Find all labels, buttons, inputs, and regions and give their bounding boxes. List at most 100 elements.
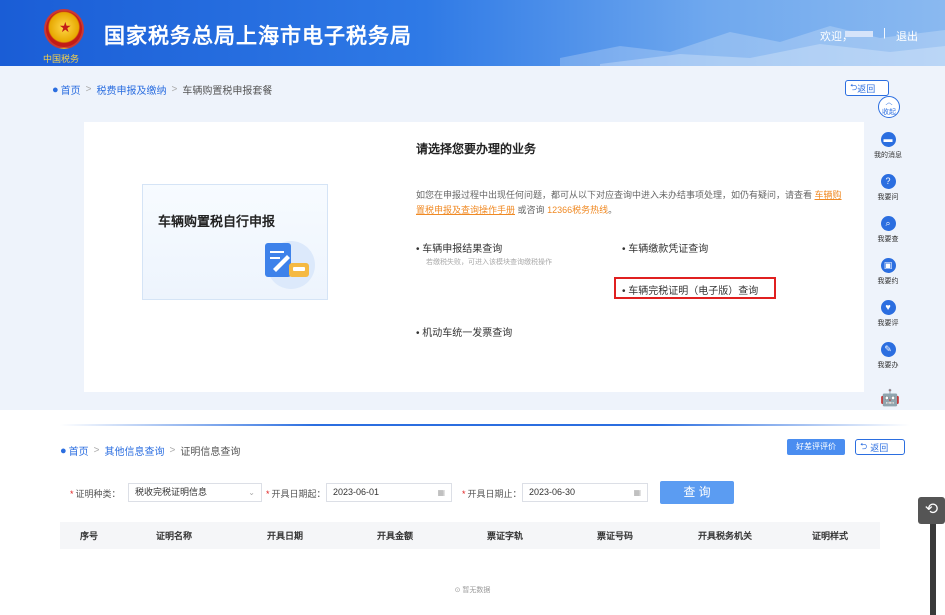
breadcrumb: ● 首页 > 税费申报及缴纳 > 车辆购置税申报套餐	[52, 82, 273, 98]
certificate-query-screen: ● 首页 > 其他信息查询 > 证明信息查询 好差评评价 ⮌ 返回 * 证明种类：…	[0, 419, 945, 615]
breadcrumb-home[interactable]: 首页	[69, 443, 89, 458]
instruction-part2: 或咨询	[517, 205, 545, 215]
end-date-input[interactable]: 2023-06-30 ▦	[522, 483, 648, 502]
instruction-part1: 如您在申报过程中出现任何问题，都可从以下对应查询中进入未办结事项处理，如仍有疑问…	[416, 190, 813, 200]
start-date-input[interactable]: 2023-06-01 ▦	[326, 483, 452, 502]
breadcrumb-current: 车辆购置税申报套餐	[182, 86, 273, 97]
option-tax-certificate-query[interactable]: • 车辆完税证明（电子版）查询	[622, 282, 758, 297]
breadcrumb-current: 证明信息查询	[180, 447, 241, 458]
back-label: 返回	[857, 83, 876, 94]
end-date-label: * 开具日期止：	[462, 489, 522, 499]
chevron-up-icon: ︿	[885, 99, 893, 106]
logo-text: 中国税务	[43, 55, 80, 65]
appointment-icon: ▣	[880, 258, 896, 273]
empty-state: ⊙ 暂无数据	[0, 585, 945, 595]
table-header: 序号 证明名称 开具日期 开具金额 票证字轨 票证号码 开具税务机关 证明样式	[60, 522, 880, 549]
column-header: 开具税务机关	[697, 531, 752, 541]
header-separator: |	[883, 27, 886, 39]
empty-label: 暂无数据	[462, 587, 491, 594]
instruction-end: 。	[608, 205, 618, 215]
sidebar-item-appointment[interactable]: ▣ 我要约	[868, 258, 908, 286]
header-banner: ★ 中国税务 国家税务总局上海市电子税务局 欢迎， | 退出	[0, 0, 945, 66]
option-label: 机动车统一发票查询	[422, 328, 513, 339]
breadcrumb-tax-filing[interactable]: 税费申报及缴纳	[97, 82, 167, 97]
breadcrumb-home[interactable]: 首页	[61, 82, 81, 97]
logout-link[interactable]: 退出	[896, 28, 918, 44]
back-label: 返回	[870, 442, 889, 453]
question-icon: ?	[880, 174, 896, 189]
breadcrumb-separator-icon: >	[171, 84, 178, 95]
breadcrumb-separator-icon: >	[93, 445, 100, 456]
sidebar-item-label: 我要办	[877, 362, 899, 369]
start-date-label: * 开具日期起：	[266, 489, 326, 499]
back-button[interactable]: ⮌ 返回	[845, 80, 889, 96]
rating-button[interactable]: 好差评评价	[787, 439, 845, 455]
great-wall-decoration	[560, 26, 945, 66]
back-button[interactable]: ⮌ 返回	[855, 439, 905, 455]
column-header: 证明名称	[155, 531, 192, 541]
sidebar-item-label: 我要约	[877, 278, 899, 285]
return-arrow-icon: ⮌	[850, 82, 858, 92]
sidebar-item-rate[interactable]: ♥ 我要评	[868, 300, 908, 328]
label-text: 开具日期止：	[467, 489, 522, 499]
pen-icon: ✎	[880, 342, 896, 357]
sidebar-item-label: 我要查	[877, 236, 899, 243]
purchase-tax-self-declare-card[interactable]: 车辆购置税自行申报	[142, 184, 328, 300]
breadcrumb: ● 首页 > 其他信息查询 > 证明信息查询	[60, 443, 241, 459]
date-value: 2023-06-30	[529, 487, 576, 497]
label-text: 开具日期起：	[271, 489, 326, 499]
calendar-icon: ▦	[633, 488, 641, 497]
column-header: 票证号码	[596, 531, 633, 541]
column-header: 票证字轨	[486, 531, 523, 541]
breadcrumb-other-info[interactable]: 其他信息查询	[105, 443, 165, 458]
select-value: 税收完税证明信息	[135, 487, 208, 497]
query-button[interactable]: 查 询	[660, 481, 734, 504]
option-payment-voucher-query[interactable]: • 车辆缴款凭证查询	[622, 240, 708, 255]
site-title: 国家税务总局上海市电子税务局	[104, 25, 412, 48]
assistant-robot-icon[interactable]: 🤖	[880, 388, 900, 408]
option-vehicle-invoice-query[interactable]: • 机动车统一发票查询	[416, 324, 512, 339]
option-label: 车辆申报结果查询	[422, 244, 503, 255]
calendar-icon: ▦	[437, 488, 445, 497]
column-header: 序号	[79, 531, 98, 541]
tax-emblem-icon: ★	[44, 9, 84, 49]
return-arrow-icon: ⮌	[860, 441, 868, 451]
service-title: 车辆购置税自行申报	[158, 214, 276, 229]
certificate-type-select[interactable]: 税收完税证明信息 ⌄	[128, 483, 262, 502]
sidebar-item-messages[interactable]: ▬ 我的消息	[868, 132, 908, 160]
sidebar-item-label: 我要评	[877, 320, 899, 327]
top-divider	[60, 424, 910, 426]
username-masked	[845, 31, 873, 37]
instruction-text: 如您在申报过程中出现任何问题，都可从以下对应查询中进入未办结事项处理，如仍有疑问…	[416, 188, 846, 218]
search-icon: ⌕	[880, 216, 896, 231]
sidebar-item-label: 我的消息	[874, 152, 902, 159]
breadcrumb-separator-icon: >	[169, 445, 176, 456]
date-value: 2023-06-01	[333, 487, 380, 497]
purchase-tax-screen: ★ 中国税务 国家税务总局上海市电子税务局 欢迎， | 退出 ● 首页 > 税费…	[0, 0, 945, 410]
heart-icon: ♥	[880, 300, 896, 315]
column-header: 开具日期	[266, 531, 303, 541]
certificate-type-label: * 证明种类：	[70, 489, 121, 499]
message-icon: ▬	[880, 132, 896, 147]
chevron-down-icon: ⌄	[248, 488, 255, 497]
sidebar-item-handle[interactable]: ✎ 我要办	[868, 342, 908, 370]
sidebar-item-ask[interactable]: ? 我要问	[868, 174, 908, 202]
sidebar-item-label: 我要问	[877, 194, 899, 201]
collapse-label: 收起	[882, 109, 896, 116]
declaration-document-icon	[265, 241, 315, 289]
label-text: 证明种类：	[75, 489, 121, 499]
scrollbar[interactable]	[930, 524, 936, 615]
option-label: 车辆完税证明（电子版）查询	[628, 286, 759, 297]
choose-business-title: 请选择您要办理的业务	[416, 142, 537, 156]
sidebar-item-search[interactable]: ⌕ 我要查	[868, 216, 908, 244]
column-header: 开具金额	[376, 531, 413, 541]
collapse-button[interactable]: ︿ 收起	[878, 96, 900, 118]
column-header: 证明样式	[811, 531, 848, 541]
refresh-float-button[interactable]: ⟲	[918, 497, 945, 524]
location-pin-icon: ●	[52, 83, 59, 96]
hotline-text: 12366税务热线	[547, 205, 609, 215]
option-note: 若缴税失败，可进入该模块查询缴税操作	[426, 259, 552, 266]
option-label: 车辆缴款凭证查询	[628, 244, 709, 255]
location-pin-icon: ●	[60, 444, 67, 457]
option-declare-result-query[interactable]: • 车辆申报结果查询	[416, 240, 502, 255]
